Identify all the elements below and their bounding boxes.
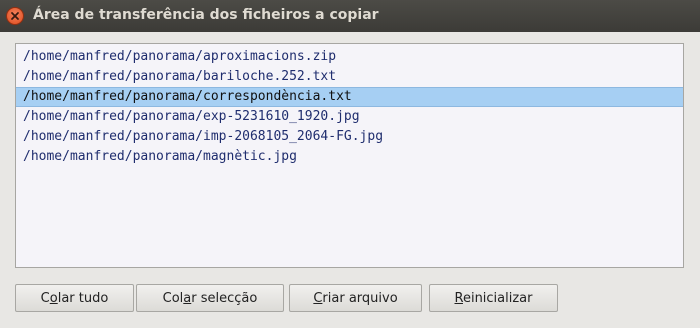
create-archive-button[interactable]: Criar arquivo bbox=[289, 284, 422, 312]
file-list-item-selected[interactable]: /home/manfred/panorama/correspondència.t… bbox=[16, 87, 683, 107]
paste-all-button[interactable]: Colar tudo bbox=[15, 284, 134, 312]
paste-all-label: Colar tudo bbox=[40, 290, 109, 306]
file-list-item[interactable]: /home/manfred/panorama/magnètic.jpg bbox=[16, 147, 683, 167]
reset-label: Reinicializar bbox=[454, 290, 533, 306]
file-list[interactable]: /home/manfred/panorama/aproximacions.zip… bbox=[15, 43, 684, 268]
file-list-item[interactable]: /home/manfred/panorama/exp-5231610_1920.… bbox=[16, 107, 683, 127]
paste-selection-button[interactable]: Colar selecção bbox=[136, 284, 284, 312]
paste-selection-label: Colar selecção bbox=[162, 290, 258, 306]
file-list-item[interactable]: /home/manfred/panorama/imp-2068105_2064-… bbox=[16, 127, 683, 147]
file-list-item[interactable]: /home/manfred/panorama/bariloche.252.txt bbox=[16, 67, 683, 87]
close-icon[interactable] bbox=[6, 7, 24, 25]
window-title: Área de transferência dos ficheiros a co… bbox=[33, 7, 379, 23]
create-archive-label: Criar arquivo bbox=[313, 290, 398, 306]
reset-button[interactable]: Reinicializar bbox=[429, 284, 558, 312]
close-x-glyph bbox=[11, 12, 19, 20]
file-list-item[interactable]: /home/manfred/panorama/aproximacions.zip bbox=[16, 47, 683, 67]
title-bar: Área de transferência dos ficheiros a co… bbox=[0, 0, 700, 32]
